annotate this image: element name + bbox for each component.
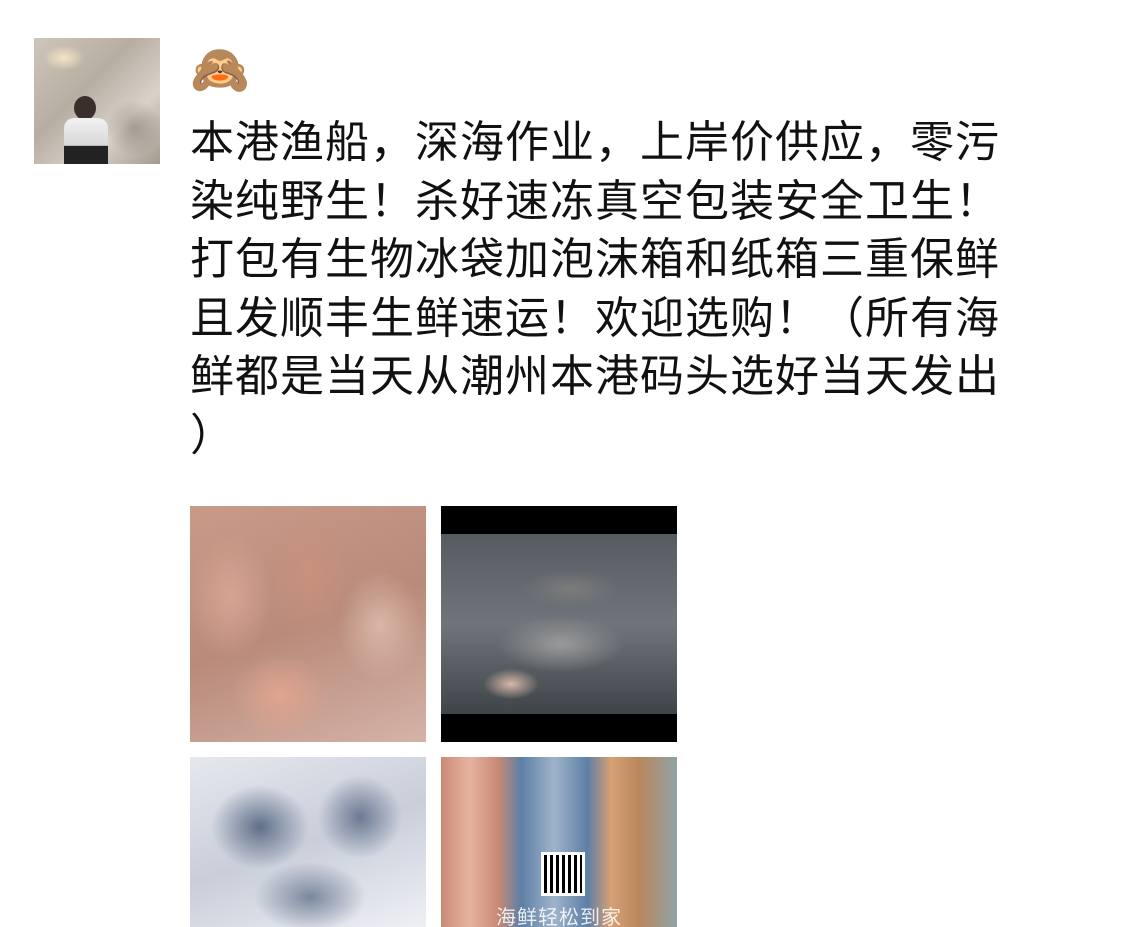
pufferfish-photo-area <box>441 534 677 714</box>
collage-caption: 海鲜轻松到家 <box>496 905 622 927</box>
post-text-line: 打包有生物冰袋加泡沫箱和纸箱三重保鲜 <box>190 234 1000 285</box>
post-text-line: 且发顺丰生鲜速运！欢迎选购！（所有海 <box>190 292 1000 344</box>
image-thumb-red-fish[interactable] <box>190 506 426 742</box>
image-thumb-frozen-fish[interactable] <box>190 757 426 927</box>
see-no-evil-monkey-emoji: 🙈 <box>190 42 250 98</box>
post-text-line: 本港渔船，深海作业，上岸价供应，零污 <box>190 117 1000 168</box>
image-grid: 海鲜轻松到家 <box>190 506 680 927</box>
qr-code-icon <box>541 852 585 896</box>
image-thumb-seafood-collage[interactable]: 海鲜轻松到家 <box>441 757 677 927</box>
image-thumb-spotted-pufferfish[interactable] <box>441 506 677 742</box>
avatar[interactable] <box>34 38 160 164</box>
post-text-line: 染纯野生！杀好速冻真空包装安全卫生！ <box>190 175 1000 227</box>
avatar-person-head <box>74 96 96 120</box>
post-text-line: ） <box>190 409 235 461</box>
post-text: 本港渔船，深海作业，上岸价供应，零污 染纯野生！杀好速冻真空包装安全卫生！ 打包… <box>190 114 1080 465</box>
avatar-person-body <box>64 118 108 164</box>
post-text-line: 鲜都是当天从潮州本港码头选好当天发出 <box>190 351 1000 402</box>
moments-post: 🙈 本港渔船，深海作业，上岸价供应，零污 染纯野生！杀好速冻真空包装安全卫生！ … <box>0 0 1122 927</box>
